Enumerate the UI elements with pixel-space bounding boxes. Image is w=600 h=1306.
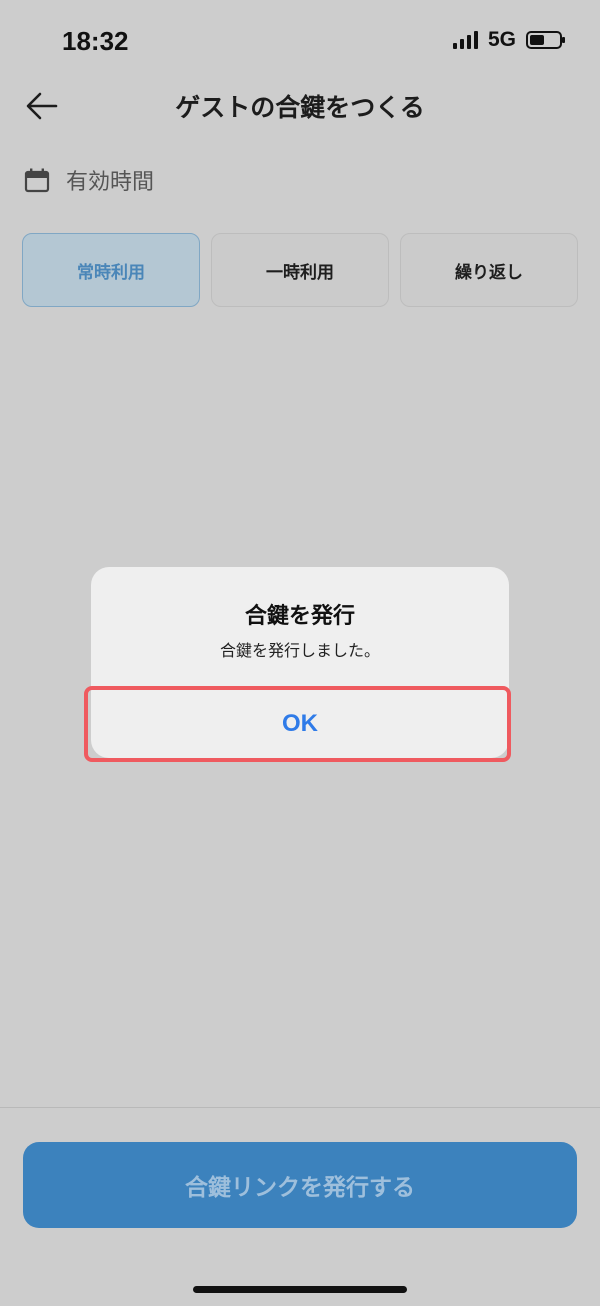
validity-label: 有効時間 <box>66 170 155 195</box>
validity-section-label: 有効時間 <box>24 164 154 196</box>
page-title: ゲストの合鍵をつくる <box>175 93 425 122</box>
status-bar: 18:32 5G <box>0 0 600 80</box>
footer-divider <box>0 1107 600 1108</box>
validity-type-tabs: 常時利用 一時利用 繰り返し <box>22 233 578 307</box>
home-indicator <box>193 1286 407 1293</box>
tab-temporary[interactable]: 一時利用 <box>211 233 389 307</box>
signal-icon <box>452 31 478 49</box>
status-indicators: 5G <box>452 28 565 52</box>
battery-icon <box>526 31 565 49</box>
tab-repeat[interactable]: 繰り返し <box>400 233 578 307</box>
network-type: 5G <box>487 28 516 51</box>
ok-button[interactable]: OK <box>91 690 509 758</box>
status-time: 18:32 <box>62 26 129 56</box>
tab-always[interactable]: 常時利用 <box>22 233 200 307</box>
alert-message: 合鍵を発行しました。 <box>219 641 380 660</box>
calendar-icon <box>24 168 50 193</box>
issue-link-button[interactable]: 合鍵リンクを発行する <box>23 1142 577 1228</box>
alert-dialog: 合鍵を発行 合鍵を発行しました。 OK <box>91 567 509 758</box>
battery-fill <box>530 35 544 45</box>
header: ゲストの合鍵をつくる <box>0 80 600 136</box>
alert-title: 合鍵を発行 <box>244 604 355 629</box>
